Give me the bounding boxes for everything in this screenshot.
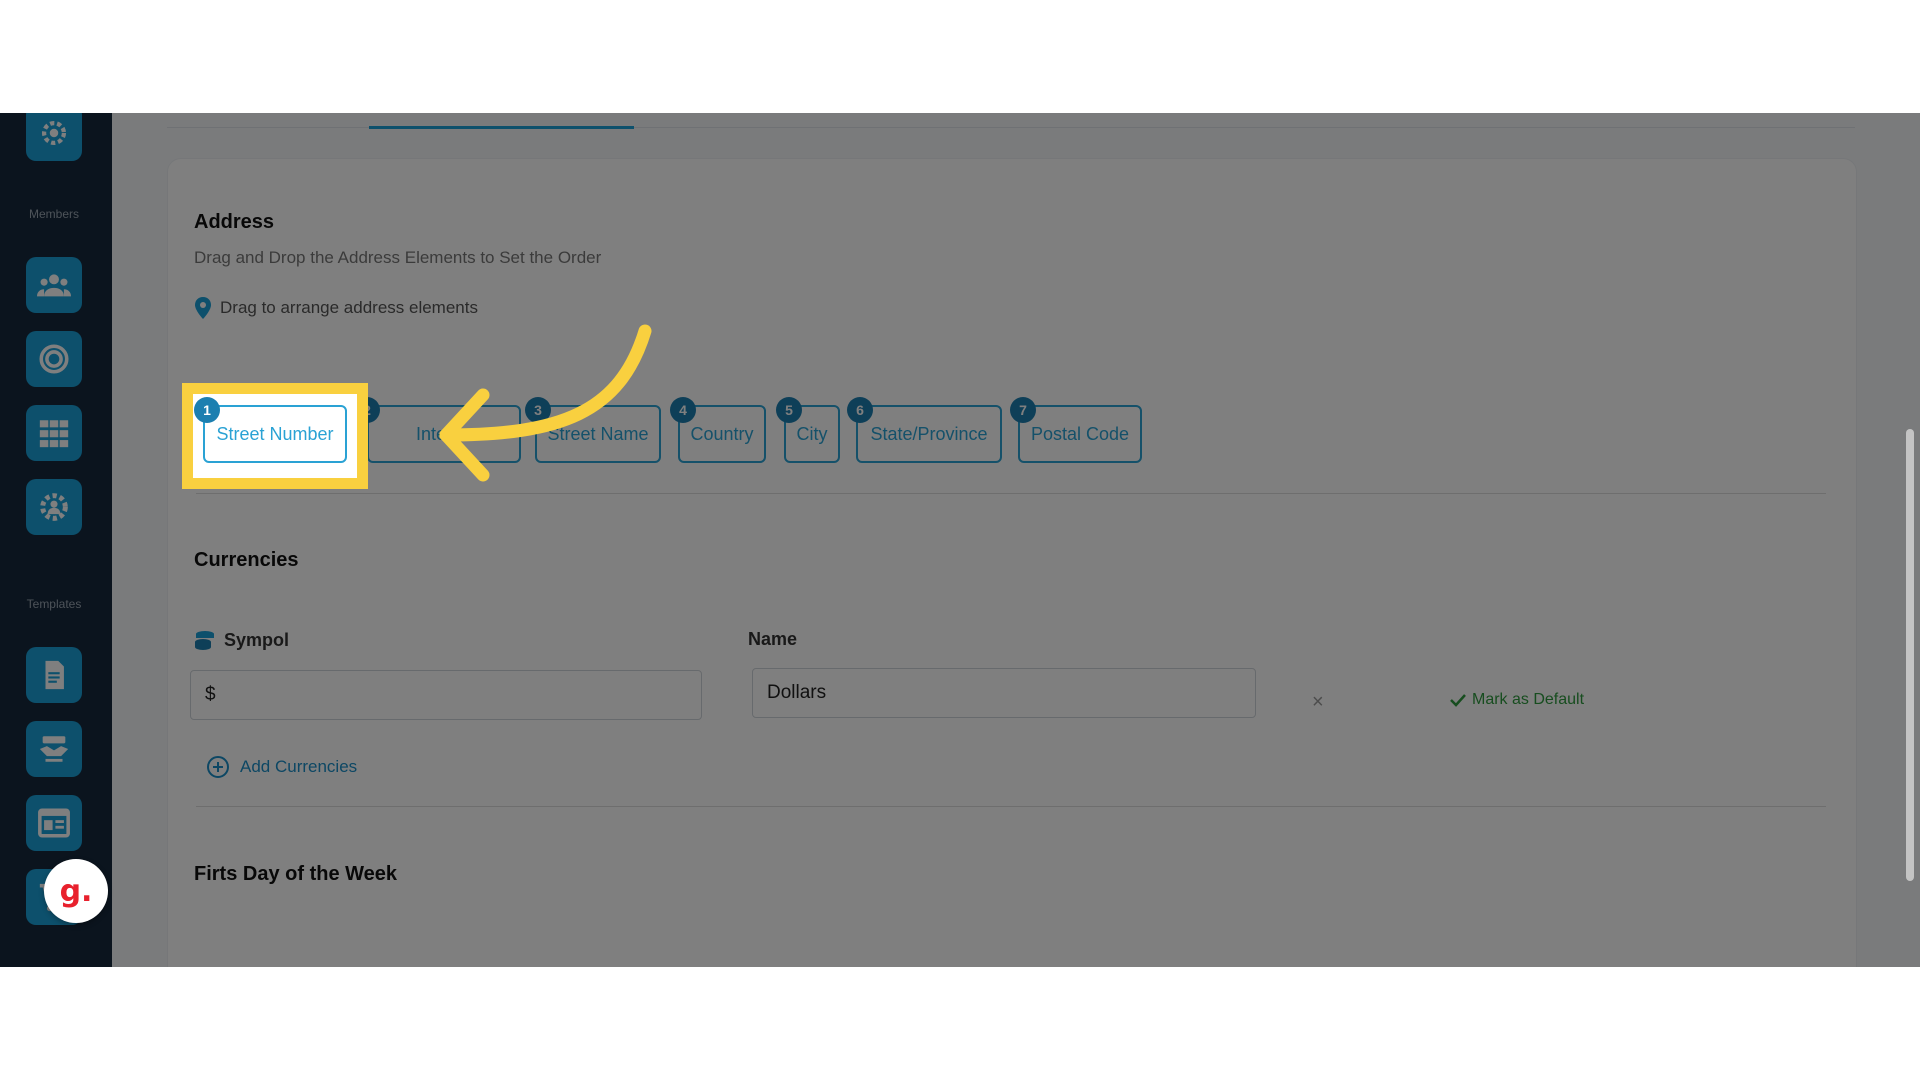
app-frame: Members Templates Address (0, 113, 1920, 967)
scrollbar[interactable] (1906, 429, 1914, 881)
assistant-badge[interactable]: g. (44, 859, 108, 923)
pointer-arrow-icon (439, 324, 652, 482)
